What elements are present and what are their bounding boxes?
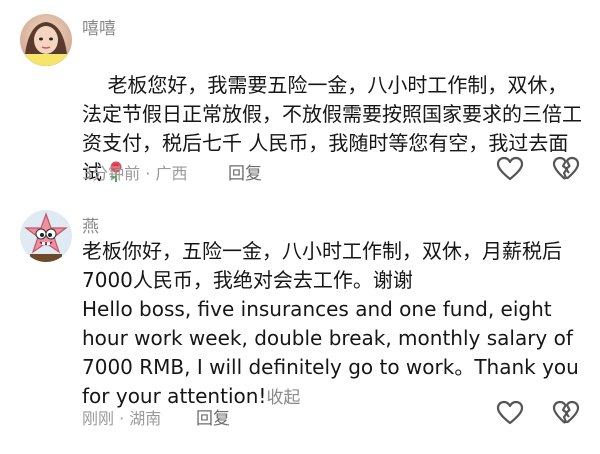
- comment-username[interactable]: 燕: [82, 212, 99, 237]
- reply-button[interactable]: 回复: [196, 404, 230, 429]
- heart-outline-icon[interactable]: [496, 155, 524, 183]
- avatar[interactable]: [20, 210, 72, 262]
- comment-item: 嘻嘻 老板您好，我需要五险一金，八小时工作制，双休，法定节假日正常放假，不放假需…: [0, 0, 600, 200]
- comment-text: 老板您好，我需要五险一金，八小时工作制，双休，法定节假日正常放假，不放假需要按照…: [82, 42, 582, 220]
- avatar[interactable]: [20, 14, 72, 66]
- comment-item: 燕 老板你好，五险一金，八小时工作制，双休，月薪税后7000人民币，我绝对会去工…: [0, 200, 600, 454]
- heart-outline-icon[interactable]: [496, 399, 524, 427]
- collapse-link[interactable]: 收起: [266, 388, 300, 408]
- comment-text: 老板你好，五险一金，八小时工作制，双休，月薪税后7000人民币，我绝对会去工作。…: [82, 237, 582, 413]
- broken-heart-icon[interactable]: [552, 399, 580, 427]
- comment-username[interactable]: 嘻嘻: [82, 14, 116, 39]
- reply-button[interactable]: 回复: [228, 159, 262, 184]
- comment-text-content: 老板你好，五险一金，八小时工作制，双休，月薪税后7000人民币，我绝对会去工作。…: [82, 239, 579, 408]
- comment-meta: 刚刚 · 湖南: [82, 409, 162, 428]
- broken-heart-icon[interactable]: [552, 155, 580, 183]
- comment-meta: 3分钟前 · 广西: [82, 164, 188, 183]
